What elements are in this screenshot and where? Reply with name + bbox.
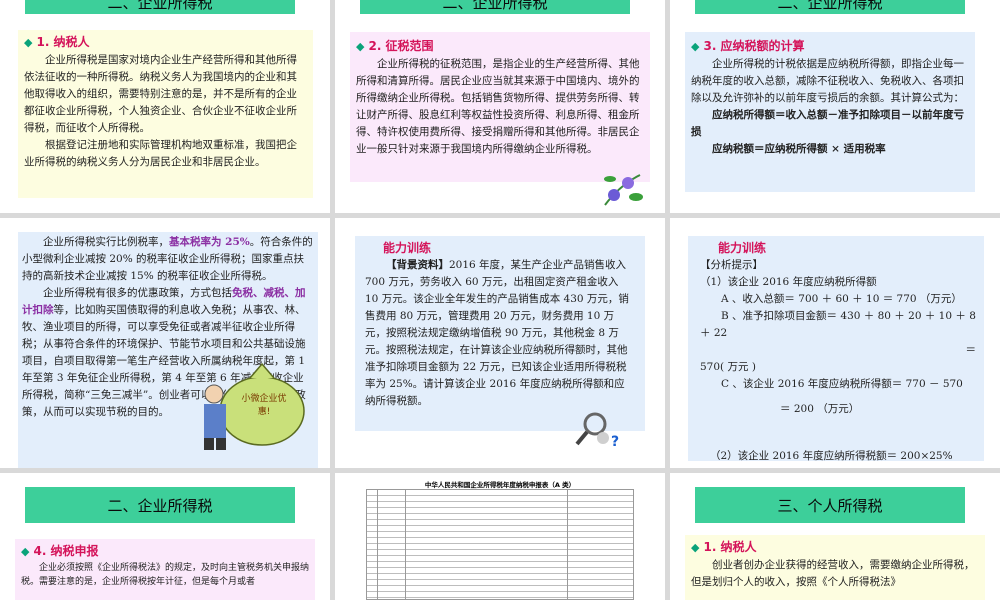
text: 【背景资料】 xyxy=(386,259,449,271)
header-text: 三、个人所得税 xyxy=(777,496,883,515)
header-text: 二、企业所得税 xyxy=(107,0,213,12)
paragraph: 企业所得税是国家对境内企业生产经营所得和其他所得依法征收的一种所得税。纳税义务人… xyxy=(24,54,297,134)
content-box: 能力训练 【背景资料】2016 年度，某生产企业产品销售收入 700 万元，劳务… xyxy=(355,236,645,431)
slide-1[interactable]: 二、企业所得税 ◆ 1. 纳税人 企业所得税是国家对境内企业生产经营所得和其他所得… xyxy=(0,0,330,213)
slide-header: 二、企业所得税 xyxy=(25,0,295,14)
step-line: C 、该企业 2016 年度应纳税所得额＝ 770 － 570 xyxy=(721,378,963,390)
title-text: 1. 纳税人 xyxy=(36,35,90,49)
step-line: A 、收入总额＝ 700 ＋ 60 ＋ 10 ＝ 770 （万元） xyxy=(721,293,962,305)
form-grid xyxy=(366,489,634,600)
slide-4[interactable]: 企业所得税实行比例税率，基本税率为 25%。符合条件的小型微利企业减按 20% … xyxy=(0,218,330,468)
flower-icon xyxy=(604,174,643,206)
magnifier-question-icon: ? xyxy=(575,412,619,448)
header-text: 二、企业所得税 xyxy=(777,0,883,12)
step-line: （1）该企业 2016 年度应纳税所得额 xyxy=(700,276,877,288)
diamond-bullet-icon: ◆ xyxy=(691,40,700,53)
slide-header: 二、企业所得税 xyxy=(360,0,630,14)
form-title: 中华人民共和国企业所得税年度纳税申报表（A 类） xyxy=(424,481,576,489)
slide-7[interactable]: 二、企业所得税 ◆ 4. 纳税申报 企业必须按照《企业所得税法》的规定，及时向主管… xyxy=(0,473,330,600)
highlight-text: 基本税率为 25% xyxy=(169,236,250,248)
paragraph: 企业所得税的征税范围，是指企业的生产经营所得、其他所得和清算所得。居民企业应当就… xyxy=(356,58,640,155)
section-title: ◆ 1. 纳税人 xyxy=(691,539,979,557)
formula-1: 应纳税所得额＝收入总额－准予扣除项目－以前年度亏损 xyxy=(691,109,964,138)
slide-6[interactable]: 能力训练 【分析提示】 （1）该企业 2016 年度应纳税所得额 A 、收入总额… xyxy=(670,218,1000,468)
step-line: （2）该企业 2016 年度应纳所得税额＝ 200×25% xyxy=(710,450,953,462)
formula-2: 应纳税额＝应纳税所得额 × 适用税率 xyxy=(712,143,886,155)
section-title: ◆ 1. 纳税人 xyxy=(24,34,307,52)
section-title: 能力训练 xyxy=(718,241,767,255)
paragraph: 企业必须按照《企业所得税法》的规定，及时向主管税务机关申报纳税。需要注意的是，企… xyxy=(21,563,310,587)
slide-header: 二、企业所得税 xyxy=(695,0,965,14)
slide-header: 二、企业所得税 xyxy=(25,487,295,523)
text: 企业所得税有很多的优惠政策，方式包括 xyxy=(43,287,232,299)
section-title: 能力训练 xyxy=(383,241,432,255)
section-title: ◆ 4. 纳税申报 xyxy=(21,543,309,561)
text: 企业所得税实行比例税率， xyxy=(43,236,169,248)
bag-label: 小微企业优惠! xyxy=(241,394,287,417)
paragraph: 企业所得税的计税依据是应纳税所得额，即指企业每一纳税年度的收入总额，减除不征税收… xyxy=(691,58,964,104)
svg-text:?: ? xyxy=(611,434,619,448)
slide-3[interactable]: 二、企业所得税 ◆ 3. 应纳税额的计算 企业所得税的计税依据是应纳税所得额，即指… xyxy=(670,0,1000,213)
step-line: 570( 万元 ) xyxy=(700,361,756,373)
diamond-bullet-icon: ◆ xyxy=(24,36,33,49)
title-text: 1. 纳税人 xyxy=(703,540,757,554)
paragraph: 【背景资料】2016 年度，某生产企业产品销售收入 700 万元，劳务收入 60… xyxy=(365,257,635,410)
diamond-bullet-icon: ◆ xyxy=(21,545,30,558)
diamond-bullet-icon: ◆ xyxy=(691,541,700,554)
title-text: 4. 纳税申报 xyxy=(33,544,99,558)
content-box: ◆ 1. 纳税人 创业者创办企业获得的经营收入，需要缴纳企业所得税，但是划归个人的… xyxy=(685,535,985,600)
text: 2016 年度，某生产企业产品销售收入 700 万元，劳务收入 60 万元，出租… xyxy=(365,259,629,407)
paragraph: 根据登记注册地和实际管理机构地双重标准，我国把企业所得税的纳税义务人分为居民企业… xyxy=(24,139,297,168)
slide-8[interactable]: 中华人民共和国企业所得税年度纳税申报表（A 类） xyxy=(335,473,665,600)
slide-2[interactable]: 二、企业所得税 ◆ 2. 征税范围 企业所得税的征税范围，是指企业的生产经营所得、… xyxy=(335,0,665,213)
content-box: ◆ 2. 征税范围 企业所得税的征税范围，是指企业的生产经营所得、其他所得和清算所… xyxy=(350,32,650,182)
section-title: ◆ 2. 征税范围 xyxy=(356,38,644,56)
header-text: 二、企业所得税 xyxy=(107,496,213,515)
title-text: 3. 应纳税额的计算 xyxy=(703,39,805,53)
diamond-bullet-icon: ◆ xyxy=(356,40,365,53)
title-text: 2. 征税范围 xyxy=(368,39,434,53)
step-line: ＝ 200 （万元） xyxy=(780,403,860,415)
hint-label: 【分析提示】 xyxy=(700,259,763,271)
content-box: 能力训练 【分析提示】 （1）该企业 2016 年度应纳税所得额 A 、收入总额… xyxy=(688,236,984,461)
slide-header: 三、个人所得税 xyxy=(695,487,965,523)
content-box: ◆ 4. 纳税申报 企业必须按照《企业所得税法》的规定，及时向主管税务机关申报纳税… xyxy=(15,539,315,600)
section-title: ◆ 3. 应纳税额的计算 xyxy=(691,38,969,56)
slide-5[interactable]: 能力训练 【背景资料】2016 年度，某生产企业产品销售收入 700 万元，劳务… xyxy=(335,218,665,468)
paragraph: 企业所得税实行比例税率，基本税率为 25%。符合条件的小型微利企业减按 20% … xyxy=(22,234,314,285)
content-box: ◆ 1. 纳税人 企业所得税是国家对境内企业生产经营所得和其他所得依法征收的一种所… xyxy=(18,30,313,198)
paragraph: 创业者创办企业获得的经营收入，需要缴纳企业所得税，但是划归个人的收入，按照《个人… xyxy=(691,559,975,588)
slide-9[interactable]: 三、个人所得税 ◆ 1. 纳税人 创业者创办企业获得的经营收入，需要缴纳企业所得税… xyxy=(670,473,1000,600)
tax-form-image: 中华人民共和国企业所得税年度纳税申报表（A 类） xyxy=(360,473,640,600)
step-line: ＝ xyxy=(965,344,977,356)
step-line: B 、准予扣除项目金额＝ 430 ＋ 80 ＋ 20 ＋ 10 ＋ 8 ＋ 22 xyxy=(700,310,976,339)
header-text: 二、企业所得税 xyxy=(442,0,548,12)
content-box: ◆ 3. 应纳税额的计算 企业所得税的计税依据是应纳税所得额，即指企业每一纳税年度… xyxy=(685,32,975,192)
